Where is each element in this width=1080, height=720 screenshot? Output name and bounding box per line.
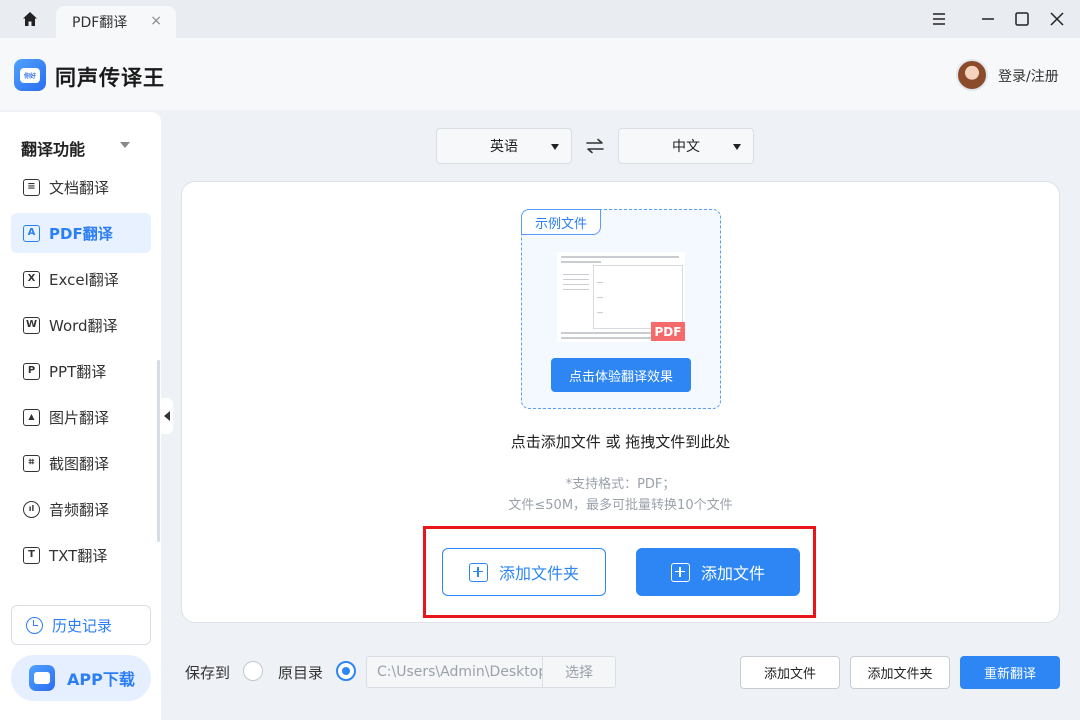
formats-line-2: 文件≤50M，最多可批量转换10个文件 xyxy=(508,498,733,513)
sidebar-item-excel[interactable]: X Excel翻译 xyxy=(11,259,151,299)
minimize-icon[interactable] xyxy=(976,7,1000,31)
bottom-add-file-button[interactable]: 添加文件 xyxy=(740,656,840,689)
sidebar-item-label: Excel翻译 xyxy=(49,270,119,289)
sidebar-item-label: 图片翻译 xyxy=(49,408,110,427)
sidebar-item-txt[interactable]: T TXT翻译 xyxy=(11,535,151,575)
original-dir-label: 原目录 xyxy=(278,664,324,682)
sample-file-tag: 示例文件 xyxy=(521,209,601,235)
output-path-input[interactable] xyxy=(366,656,542,688)
sidebar: 翻译功能 ≡ 文档翻译 A PDF翻译 X Excel翻译 W Word翻译 P… xyxy=(0,112,161,720)
add-folder-button[interactable]: 添加文件夹 xyxy=(442,548,606,596)
menu-icon[interactable] xyxy=(927,7,951,31)
clock-icon xyxy=(26,616,43,634)
logo-text: 你好 xyxy=(20,67,40,83)
history-button[interactable]: 历史记录 xyxy=(11,605,151,645)
sidebar-scrollbar[interactable] xyxy=(157,360,160,542)
dropdown-caret-icon xyxy=(551,144,559,150)
add-file-label: 添加文件 xyxy=(700,564,765,583)
sidebar-item-label: 截图翻译 xyxy=(49,454,110,473)
document-icon: ≡ xyxy=(23,178,40,196)
sidebar-item-pdf[interactable]: A PDF翻译 xyxy=(11,213,151,253)
sidebar-item-label: PDF翻译 xyxy=(49,224,113,243)
avatar[interactable] xyxy=(956,59,988,91)
app-logo-icon xyxy=(29,665,55,691)
sidebar-item-document[interactable]: ≡ 文档翻译 xyxy=(11,167,151,207)
txt-icon: T xyxy=(23,546,40,564)
add-folder-label: 添加文件夹 xyxy=(498,564,579,583)
chevron-left-icon xyxy=(164,411,170,421)
ppt-icon: P xyxy=(23,362,40,380)
image-icon: ▲ xyxy=(23,408,40,426)
app-logo: 你好 xyxy=(14,59,46,91)
sidebar-item-label: 音频翻译 xyxy=(49,500,110,519)
sidebar-item-label: 文档翻译 xyxy=(49,178,110,197)
add-folder-icon xyxy=(468,562,488,582)
original-dir-radio[interactable] xyxy=(336,661,356,681)
sidebar-item-word[interactable]: W Word翻译 xyxy=(11,305,151,345)
supported-formats: *支持格式：PDF； 文件≤50M，最多可批量转换10个文件 xyxy=(181,474,1060,516)
app-download-button[interactable]: APP下载 xyxy=(11,655,151,701)
sidebar-item-screenshot[interactable]: ⌗ 截图翻译 xyxy=(11,443,151,483)
close-window-icon[interactable] xyxy=(1045,7,1069,31)
sidebar-item-label: TXT翻译 xyxy=(49,546,108,565)
retranslate-button[interactable]: 重新翻译 xyxy=(960,656,1060,689)
target-language-value: 中文 xyxy=(672,139,700,155)
app-title: 同声传译王 xyxy=(55,66,165,90)
app-download-label: APP下载 xyxy=(67,670,135,689)
drop-hint-text: 点击添加文件 或 拖拽文件到此处 xyxy=(510,433,731,451)
pdf-badge: PDF xyxy=(651,322,685,341)
sidebar-item-audio[interactable]: ıl 音频翻译 xyxy=(11,489,151,529)
save-custom-radio[interactable] xyxy=(243,661,263,681)
home-icon[interactable] xyxy=(18,8,42,30)
maximize-icon[interactable] xyxy=(1010,7,1034,31)
sidebar-item-label: Word翻译 xyxy=(49,316,118,335)
add-file-icon xyxy=(670,562,690,582)
close-tab-icon[interactable]: × xyxy=(150,13,162,29)
sidebar-section-title: 翻译功能 xyxy=(21,140,86,159)
tab-title: PDF翻译 xyxy=(72,15,128,31)
source-language-select[interactable]: 英语 xyxy=(436,128,572,164)
dropdown-caret-icon xyxy=(733,144,741,150)
tab-pdf-translate[interactable]: PDF翻译 × xyxy=(56,6,176,38)
app-header: 你好 同声传译王 登录/注册 xyxy=(0,38,1080,110)
add-file-button[interactable]: 添加文件 xyxy=(636,548,800,596)
target-language-select[interactable]: 中文 xyxy=(618,128,754,164)
history-label: 历史记录 xyxy=(52,616,113,635)
swap-languages-icon[interactable] xyxy=(582,135,608,157)
save-to-label: 保存到 xyxy=(185,664,231,682)
choose-path-button[interactable]: 选择 xyxy=(542,656,616,688)
audio-icon: ıl xyxy=(23,500,40,518)
try-translation-button[interactable]: 点击体验翻译效果 xyxy=(551,358,691,392)
formats-line-1: *支持格式：PDF； xyxy=(565,477,676,492)
word-icon: W xyxy=(23,316,40,334)
source-language-value: 英语 xyxy=(490,139,518,155)
collapse-sidebar-button[interactable] xyxy=(161,398,173,434)
sidebar-item-label: PPT翻译 xyxy=(49,362,107,381)
sidebar-item-ppt[interactable]: P PPT翻译 xyxy=(11,351,151,391)
bottom-add-folder-button[interactable]: 添加文件夹 xyxy=(850,656,950,689)
sidebar-item-image[interactable]: ▲ 图片翻译 xyxy=(11,397,151,437)
chevron-down-icon[interactable] xyxy=(120,142,130,148)
screenshot-icon: ⌗ xyxy=(23,454,40,472)
title-bar: PDF翻译 × xyxy=(0,0,1080,38)
login-register-link[interactable]: 登录/注册 xyxy=(998,66,1059,86)
pdf-icon: A xyxy=(23,224,40,242)
excel-icon: X xyxy=(23,270,40,288)
